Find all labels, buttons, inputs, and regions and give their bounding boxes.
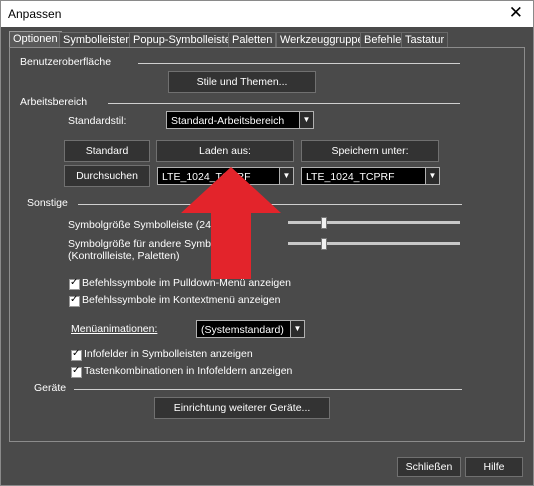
checkbox-tooltip-shortcuts[interactable] <box>71 365 82 378</box>
section-divider <box>138 63 460 64</box>
chevron-down-icon[interactable]: ▼ <box>279 168 293 184</box>
checkbox-pulldown-icons[interactable] <box>69 277 80 290</box>
tab-popup-symbolleisten[interactable]: Popup-Symbolleisten <box>129 32 241 47</box>
checkbox-toolbar-tooltips-label: Infofelder in Symbolleisten anzeigen <box>84 348 253 360</box>
standard-button[interactable]: Standard <box>64 140 150 162</box>
close-icon[interactable]: ✕ <box>509 4 523 22</box>
section-workspace-title: Arbeitsbereich <box>20 96 88 108</box>
browse-button[interactable]: Durchsuchen <box>64 165 150 187</box>
save-workspace-select[interactable]: LTE_1024_TCPRF ▼ <box>301 167 440 185</box>
help-button[interactable]: Hilfe <box>465 457 523 477</box>
section-devices-title: Geräte <box>34 382 67 394</box>
save-as-button[interactable]: Speichern unter: <box>301 140 439 162</box>
chevron-down-icon[interactable]: ▼ <box>299 112 313 128</box>
save-workspace-value: LTE_1024_TCPRF <box>306 171 395 183</box>
section-divider <box>108 103 460 104</box>
additional-devices-button[interactable]: Einrichtung weiterer Geräte... <box>154 397 330 419</box>
tab-tastatur[interactable]: Tastatur <box>401 32 449 47</box>
window-title: Anpassen <box>8 7 62 21</box>
standard-style-label: Standardstil: <box>68 115 127 127</box>
section-other-title: Sonstige <box>27 197 68 209</box>
styles-themes-button[interactable]: Stile und Themen... <box>168 71 316 93</box>
toolbar-icon-size-slider[interactable] <box>288 217 460 229</box>
checkbox-toolbar-tooltips[interactable] <box>71 348 82 361</box>
menu-animations-label: Menüanimationen: <box>71 323 158 335</box>
section-divider <box>74 389 462 390</box>
slider-thumb[interactable] <box>321 238 327 250</box>
checkbox-tooltip-shortcuts-label: Tastenkombinationen in Infofeldern anzei… <box>84 365 293 377</box>
standard-style-select[interactable]: Standard-Arbeitsbereich ▼ <box>166 111 314 129</box>
slider-thumb[interactable] <box>321 217 327 229</box>
tab-symbolleisten[interactable]: Symbolleisten <box>59 32 136 47</box>
checkbox-context-icons[interactable] <box>69 294 80 307</box>
red-arrow-icon <box>181 167 281 279</box>
section-ui-title: Benutzeroberfläche <box>20 56 112 68</box>
close-button[interactable]: Schließen <box>397 457 461 477</box>
chevron-down-icon[interactable]: ▼ <box>290 321 304 337</box>
menu-animations-select[interactable]: (Systemstandard) ▼ <box>196 320 305 338</box>
other-icon-size-slider[interactable] <box>288 238 460 250</box>
standard-style-value: Standard-Arbeitsbereich <box>171 115 285 127</box>
load-from-button[interactable]: Laden aus: <box>156 140 294 162</box>
tab-befehle[interactable]: Befehle <box>360 32 406 47</box>
tab-paletten[interactable]: Paletten <box>228 32 277 47</box>
checkbox-context-icons-label: Befehlssymbole im Kontextmenü anzeigen <box>82 294 281 306</box>
other-icon-size-sublabel: (Kontrollleiste, Paletten) <box>68 250 180 262</box>
customize-dialog: Anpassen ✕ Optionen Symbolleisten Popup-… <box>0 0 534 486</box>
tab-optionen[interactable]: Optionen <box>9 31 62 48</box>
chevron-down-icon[interactable]: ▼ <box>425 168 439 184</box>
menu-animations-value: (Systemstandard) <box>201 324 284 336</box>
title-bar: Anpassen ✕ <box>1 1 533 27</box>
